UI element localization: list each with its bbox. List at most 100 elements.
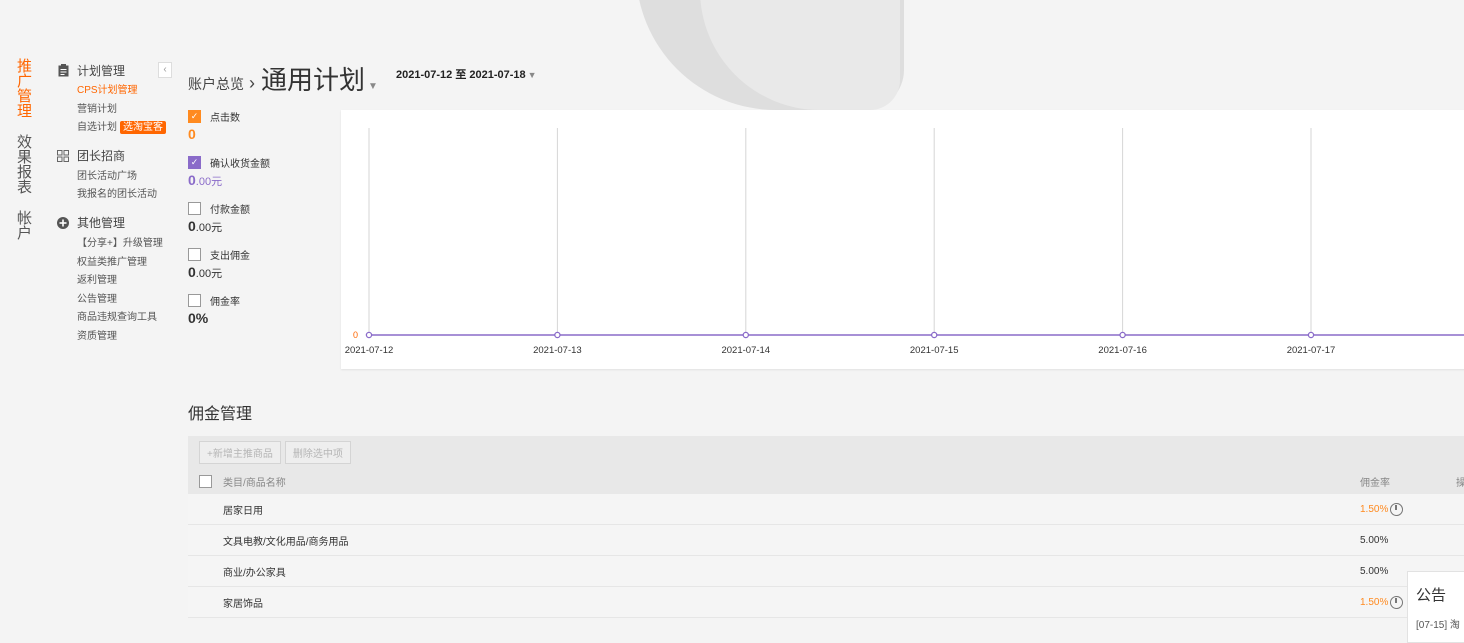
table-row: 居家日用 1.50% — [188, 494, 1464, 525]
sub-nav-item-qualification[interactable]: 资质管理 — [77, 328, 174, 347]
commission-rate: 1.50% — [1360, 502, 1404, 516]
metric-checkbox[interactable]: ✓ — [188, 109, 201, 123]
column-header-extra: 操 — [1456, 477, 1464, 489]
metric-value-number: 0 — [188, 264, 196, 280]
data-point — [742, 331, 750, 339]
data-point — [1307, 331, 1315, 339]
x-tick-label: 2021-07-16 — [1098, 345, 1147, 356]
rate-value: 1.50% — [1360, 596, 1389, 608]
metric-unit: .00元 — [195, 268, 223, 280]
metric-value-number: 0 — [188, 126, 196, 142]
date-range-picker[interactable]: 2021-07-12 至 2021-07-18 ▼ — [396, 66, 537, 82]
commission-rate: 5.00% — [1360, 566, 1388, 577]
metric-checkbox[interactable] — [188, 247, 201, 261]
sub-nav-item-rebate[interactable]: 返利管理 — [77, 272, 174, 291]
page-title[interactable]: 通用计划 — [261, 60, 365, 97]
add-main-product-button[interactable]: +新增主推商品 — [199, 440, 281, 464]
sub-nav-group-plan[interactable]: 计划管理 — [56, 60, 174, 80]
metric-label: 支出佣金 — [210, 250, 250, 262]
metric-checkbox[interactable] — [188, 293, 201, 307]
caret-down-icon: ▼ — [527, 70, 537, 80]
category-name: 家居饰品 — [223, 598, 263, 610]
sub-nav-group-title: 计划管理 — [77, 63, 126, 78]
x-tick-label: 2021-07-14 — [721, 345, 770, 356]
sub-nav-group-leader[interactable]: 团长招商 — [56, 146, 174, 166]
metric-label: 确认收货金额 — [210, 158, 270, 170]
metric-value-number: 0 — [188, 172, 196, 188]
table-header: 类目/商品名称 佣金率 操 — [188, 468, 1464, 494]
metric-label: 点击数 — [210, 112, 240, 124]
sub-nav-group-title: 其他管理 — [77, 216, 126, 231]
metric-value: 0.00元 — [188, 264, 338, 281]
column-header-rate: 佣金率 — [1360, 477, 1390, 489]
sub-nav-item-self-select-label: 自选计划 — [77, 122, 117, 134]
x-tick-label: 2021-07-13 — [533, 345, 582, 356]
sub-nav-item-leader-square[interactable]: 团长活动广场 — [77, 168, 174, 187]
select-all-checkbox[interactable] — [199, 474, 212, 488]
x-tick-label: 2021-07-17 — [1287, 345, 1336, 356]
table-row: 家居饰品 1.50% — [188, 587, 1464, 618]
data-point — [930, 331, 938, 339]
metric-value: 0% — [188, 310, 338, 326]
sub-nav-item-marketing[interactable]: 营销计划 — [77, 101, 174, 120]
breadcrumb: 账户总览 › 通用计划 ▼ — [188, 60, 378, 97]
metric-value-number: 0% — [188, 310, 209, 326]
table-row: 文具电教/文化用品/商务用品 5.00% — [188, 525, 1464, 556]
metric-value: 0 — [188, 126, 338, 142]
notice-title: 公告 — [1416, 587, 1447, 604]
sub-nav-item-my-leader[interactable]: 我报名的团长活动 — [77, 186, 174, 205]
metric-commission-rate: 佣金率 0% — [188, 292, 338, 332]
sub-nav-item-violation-tool[interactable]: 商品违规查询工具 — [77, 309, 174, 328]
grid-icon — [56, 149, 70, 163]
rate-value: 5.00% — [1360, 534, 1389, 546]
commission-rate: 1.50% — [1360, 595, 1404, 609]
x-tick-label: 2021-07-15 — [910, 345, 959, 356]
clock-icon[interactable] — [1390, 502, 1404, 516]
badge-tag: 选淘宝客 — [120, 121, 166, 135]
metric-checkbox[interactable] — [188, 201, 201, 215]
metric-confirmed-amount: ✓ 确认收货金额 0.00元 — [188, 154, 338, 194]
chevron-left-icon[interactable]: ‹ — [158, 62, 172, 78]
sub-nav-group-other[interactable]: 其他管理 — [56, 213, 174, 233]
breadcrumb-root[interactable]: 账户总览 — [188, 74, 244, 94]
metric-value: 0.00元 — [188, 172, 338, 189]
metric-label: 佣金率 — [210, 296, 240, 308]
column-header-name: 类目/商品名称 — [223, 477, 286, 489]
date-range-text: 2021-07-12 至 2021-07-18 — [396, 69, 526, 81]
category-name: 文具电教/文化用品/商务用品 — [223, 536, 349, 548]
main-nav-account[interactable]: 帐户 — [14, 210, 32, 240]
sub-nav-group-title: 团长招商 — [77, 149, 126, 164]
main-nav-promotion[interactable]: 推广管理 — [14, 58, 32, 118]
metrics-panel: ✓ 点击数 0 ✓ 确认收货金额 0.00元 付款金额 0.00元 支出佣金 0.0… — [188, 108, 338, 338]
metric-commission-paid: 支出佣金 0.00元 — [188, 246, 338, 286]
metric-value-number: 0 — [188, 218, 196, 234]
rate-value: 5.00% — [1360, 565, 1389, 577]
delete-selected-button[interactable]: 删除选中项 — [284, 440, 351, 464]
sub-nav-item-rights[interactable]: 权益类推广管理 — [77, 254, 174, 273]
clock-icon[interactable] — [1390, 595, 1404, 609]
metric-value: 0.00元 — [188, 218, 338, 235]
x-tick-label: 2021-07-12 — [345, 345, 394, 356]
commission-rate: 5.00% — [1360, 535, 1388, 546]
sub-nav-item-self-select[interactable]: 自选计划 选淘宝客 — [77, 119, 174, 138]
metric-checkbox[interactable]: ✓ — [188, 155, 201, 169]
main-nav-reports[interactable]: 效果报表 — [14, 134, 32, 194]
rate-value: 1.50% — [1360, 503, 1389, 515]
data-point — [365, 331, 373, 339]
sub-nav-item-share[interactable]: 【分享+】升级管理 — [77, 235, 174, 254]
table-toolbar: +新增主推商品 删除选中项 — [188, 436, 1464, 468]
section-title: 佣金管理 — [188, 406, 253, 423]
sub-nav-item-cps[interactable]: CPS计划管理 — [77, 82, 174, 101]
metric-label: 付款金额 — [210, 204, 250, 216]
y-tick-label: 0 — [353, 330, 358, 340]
table-row: 商业/办公家具 5.00% — [188, 556, 1464, 587]
chart-svg: 0 2021-07-12 2021-07-13 2021-07-14 2021-07-1… — [345, 128, 1464, 356]
metric-payment-amount: 付款金额 0.00元 — [188, 200, 338, 240]
sub-nav-item-notice[interactable]: 公告管理 — [77, 291, 174, 310]
category-name: 商业/办公家具 — [223, 567, 286, 579]
metric-unit: .00元 — [195, 176, 223, 188]
commission-table: +新增主推商品 删除选中项 类目/商品名称 佣金率 操 居家日用 1.50% 文… — [188, 436, 1464, 618]
clipboard-icon — [56, 63, 70, 77]
caret-down-icon[interactable]: ▼ — [368, 81, 378, 92]
data-point — [554, 331, 561, 339]
